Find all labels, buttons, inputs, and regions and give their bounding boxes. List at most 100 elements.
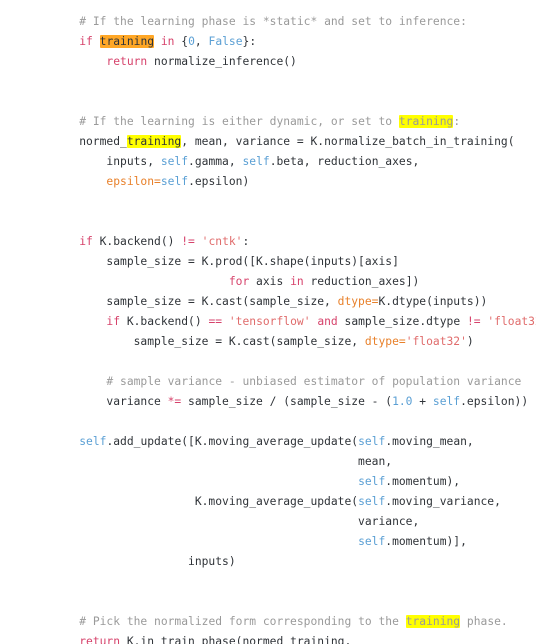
code-token: and <box>317 315 338 328</box>
code-token: .add_update([K.moving_average_update( <box>106 435 359 448</box>
code-token: inputs, <box>52 155 161 168</box>
code-token: # If the learning is either dynamic, or … <box>79 115 399 128</box>
code-token: sample_size / (sample_size - ( <box>181 395 393 408</box>
code-token: .moving_variance, <box>385 495 501 508</box>
code-token: + <box>412 395 433 408</box>
code-line: sample_size = K.cast(sample_size, dtype=… <box>52 332 536 352</box>
code-token: .moving_mean, <box>385 435 474 448</box>
code-line: self.momentum)], <box>52 532 536 552</box>
code-token: , <box>194 35 209 48</box>
code-line: if K.backend() == 'tensorflow' and sampl… <box>52 312 536 332</box>
code-token: self <box>432 395 461 408</box>
code-line: sample_size = K.prod([K.shape(inputs)[ax… <box>52 252 536 272</box>
code-token: self <box>160 155 189 168</box>
code-token: dtype <box>364 335 399 348</box>
code-token: ) <box>466 335 474 348</box>
code-line: # sample variance - unbiased estimator o… <box>52 372 536 392</box>
code-token: reduction_axes]) <box>303 275 420 288</box>
code-token: if <box>79 235 93 248</box>
code-token: epsilon <box>106 175 155 188</box>
code-token: .epsilon) <box>188 175 250 188</box>
code-token: 1.0 <box>392 395 413 408</box>
code-line: # If the learning phase is *static* and … <box>52 12 536 32</box>
code-line: return normalize_inference() <box>52 52 536 72</box>
code-line: for axis in reduction_axes]) <box>52 272 536 292</box>
code-token: sample_size = K.cast(sample_size, <box>52 295 338 308</box>
code-token: for <box>228 275 250 288</box>
code-token: variance <box>52 395 168 408</box>
code-token: : <box>453 115 461 128</box>
code-token: self <box>358 475 386 488</box>
code-token: self <box>242 155 270 168</box>
code-token: in <box>290 275 304 288</box>
code-token: self <box>160 175 189 188</box>
code-screenshot: # If the learning phase is *static* and … <box>0 0 536 644</box>
code-token: # Pick the normalized form corresponding… <box>79 615 406 628</box>
search-match: training <box>126 135 182 148</box>
code-token: if <box>79 35 93 48</box>
code-token: != <box>181 235 195 248</box>
code-token: # If the learning phase is *static* and … <box>79 15 467 28</box>
search-match: training <box>398 115 454 128</box>
code-token: .gamma, <box>188 155 243 168</box>
code-line: if training in {0, False}: <box>52 32 536 52</box>
code-token: inputs) <box>52 555 236 568</box>
code-token: 'cntk' <box>201 235 243 248</box>
code-line: return K.in_train_phase(normed_training, <box>52 632 536 644</box>
code-token: 'tensorflow' <box>228 315 311 328</box>
code-token: != <box>466 315 481 328</box>
code-line: K.moving_average_update(self.moving_vari… <box>52 492 536 512</box>
code-line: normed_training, mean, variance = K.norm… <box>52 132 536 152</box>
code-token: self <box>358 535 386 548</box>
code-token: = <box>398 335 406 348</box>
code-token: { <box>174 35 189 48</box>
code-token: = <box>154 175 161 188</box>
code-line: variance *= sample_size / (sample_size -… <box>52 392 536 412</box>
code-line: epsilon=self.epsilon) <box>52 172 536 192</box>
code-token: phase. <box>460 615 508 628</box>
code-block: # If the learning phase is *static* and … <box>52 12 536 644</box>
code-token: normalize_inference() <box>147 55 297 68</box>
code-token: K.dtype(inputs)) <box>378 295 488 308</box>
code-token: 0 <box>188 35 195 48</box>
code-line: # If the learning is either dynamic, or … <box>52 112 536 132</box>
code-token: .beta, reduction_axes, <box>269 155 420 168</box>
code-token: self <box>358 435 386 448</box>
code-token: sample_size.dtype <box>337 315 467 328</box>
code-line: self.add_update([K.moving_average_update… <box>52 432 536 452</box>
code-token: K.in_train_phase(normed_training, <box>120 635 352 644</box>
code-token: mean, <box>52 455 393 468</box>
code-token: 'float32' <box>405 335 467 348</box>
search-match: training <box>405 615 461 628</box>
code-token: in <box>160 35 175 48</box>
code-token: False <box>208 35 243 48</box>
code-line: inputs, self.gamma, self.beta, reduction… <box>52 152 536 172</box>
code-token: # sample variance - unbiased estimator o… <box>106 375 522 388</box>
code-token: dtype <box>337 295 372 308</box>
code-token: *= <box>167 395 182 408</box>
code-token: 'float32' <box>487 315 536 328</box>
code-token: return <box>106 55 148 68</box>
code-line: # Pick the normalized form corresponding… <box>52 612 536 632</box>
code-line: if K.backend() != 'cntk': <box>52 232 536 252</box>
